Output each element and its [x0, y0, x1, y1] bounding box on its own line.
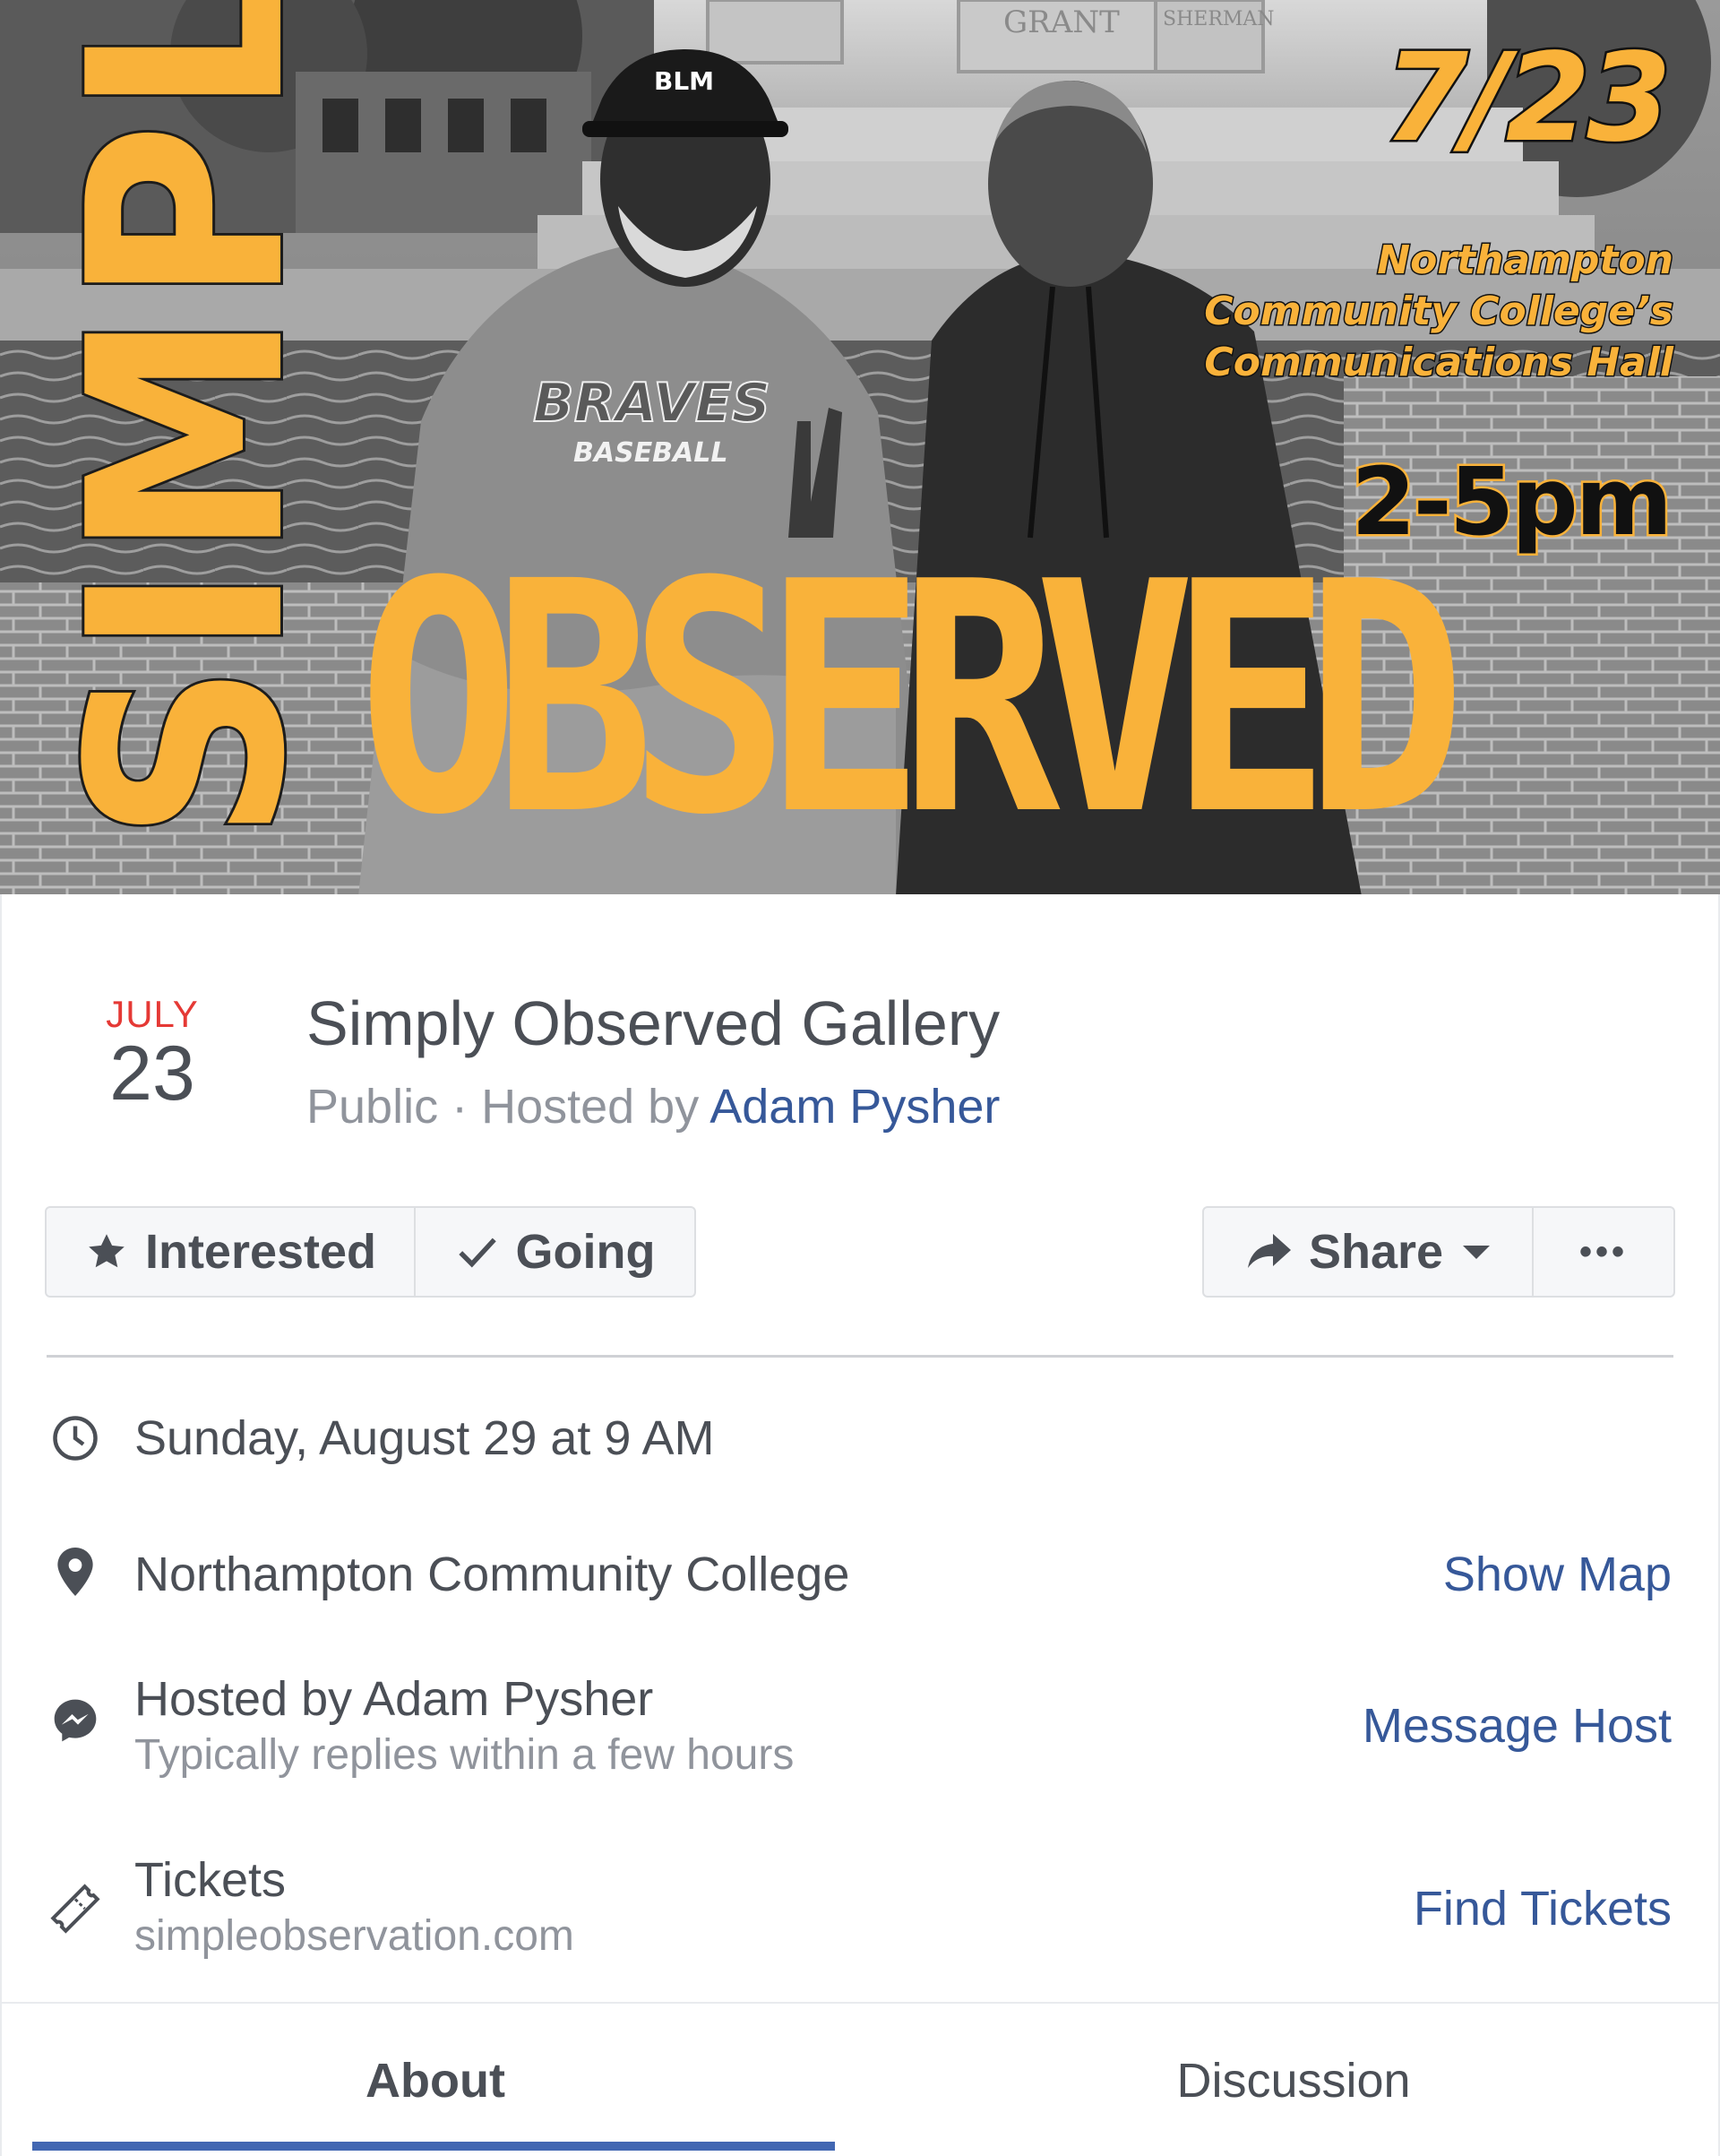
more-options-button[interactable]: •••	[1532, 1208, 1673, 1296]
cover-date: 7/23	[1381, 28, 1674, 169]
event-host-row: Hosted by Adam Pysher Typically replies …	[0, 1669, 1720, 1785]
clock-icon	[48, 1411, 102, 1465]
meta-separator: ·	[438, 1080, 482, 1134]
more-dots-icon: •••	[1578, 1231, 1628, 1272]
share-button-group: Share •••	[1202, 1206, 1675, 1298]
share-arrow-icon	[1247, 1234, 1291, 1268]
host-link[interactable]: Adam Pysher	[710, 1080, 1000, 1134]
event-meta: Public · Hosted by Adam Pysher	[306, 1075, 1000, 1138]
event-day: 23	[109, 1031, 195, 1117]
cover-venue-line: Communications Hall	[1203, 339, 1675, 387]
svg-text:BRAVES: BRAVES	[533, 372, 770, 435]
cover-venue-line: Community College’s	[1203, 288, 1675, 336]
svg-text:BLM: BLM	[654, 66, 714, 96]
tab-about[interactable]: About	[32, 2052, 838, 2109]
host-reply-time: Typically replies within a few hours	[134, 1731, 795, 1779]
svg-text:BASEBALL: BASEBALL	[573, 437, 728, 469]
going-label: Going	[515, 1225, 656, 1279]
chevron-down-icon	[1463, 1245, 1491, 1259]
svg-text:SHERMAN: SHERMAN	[1163, 8, 1275, 30]
share-label: Share	[1308, 1225, 1444, 1279]
event-month: JULY	[106, 993, 199, 1035]
event-cover-image[interactable]: GRANT SHERMAN BLM BRAVES BASEBALL SIMPLY…	[0, 0, 1720, 894]
cover-venue: Northampton Community College’s Communic…	[1203, 235, 1675, 388]
event-datetime: Sunday, August 29 at 9 AM	[134, 1411, 715, 1465]
share-button[interactable]: Share	[1204, 1208, 1532, 1296]
cover-vertical-title: SIMPLY	[29, 0, 347, 845]
star-icon	[89, 1234, 125, 1268]
event-privacy: Public	[306, 1080, 439, 1134]
cover-main-title: OBSERVED	[358, 513, 1466, 884]
tab-bar-separator	[0, 2002, 1720, 2004]
event-datetime-row: Sunday, August 29 at 9 AM	[0, 1407, 1720, 1470]
interested-label: Interested	[144, 1225, 377, 1279]
event-tickets-row: Tickets simpleobservation.com Find Ticke…	[0, 1850, 1720, 1966]
tab-discussion[interactable]: Discussion	[890, 2052, 1697, 2109]
find-tickets-link[interactable]: Find Tickets	[1414, 1880, 1672, 1937]
event-title: Simply Observed Gallery	[306, 988, 1001, 1058]
ticket-icon	[48, 1882, 102, 1936]
tickets-website: simpleobservation.com	[134, 1912, 574, 1960]
active-tab-indicator	[32, 2142, 835, 2151]
rsvp-button-group: Interested Going	[45, 1206, 696, 1298]
location-pin-icon	[48, 1545, 102, 1599]
message-host-link[interactable]: Message Host	[1363, 1697, 1672, 1755]
interested-button[interactable]: Interested	[47, 1208, 414, 1296]
event-location-row: Northampton Community College Show Map	[0, 1543, 1720, 1606]
host-name-text: Hosted by Adam Pysher	[134, 1672, 654, 1726]
svg-text:GRANT: GRANT	[1003, 4, 1120, 40]
section-divider	[47, 1355, 1673, 1358]
event-location: Northampton Community College	[134, 1548, 850, 1601]
cover-venue-line: Northampton	[1376, 237, 1675, 285]
messenger-icon	[48, 1694, 102, 1747]
event-date-badge: JULY 23	[90, 993, 215, 1117]
hosted-by-prefix: Hosted by	[481, 1080, 710, 1134]
tickets-label: Tickets	[134, 1853, 287, 1907]
going-button[interactable]: Going	[414, 1208, 694, 1296]
cover-time: 2-5pm	[1349, 447, 1675, 556]
show-map-link[interactable]: Show Map	[1443, 1546, 1672, 1603]
checkmark-icon	[458, 1238, 496, 1268]
